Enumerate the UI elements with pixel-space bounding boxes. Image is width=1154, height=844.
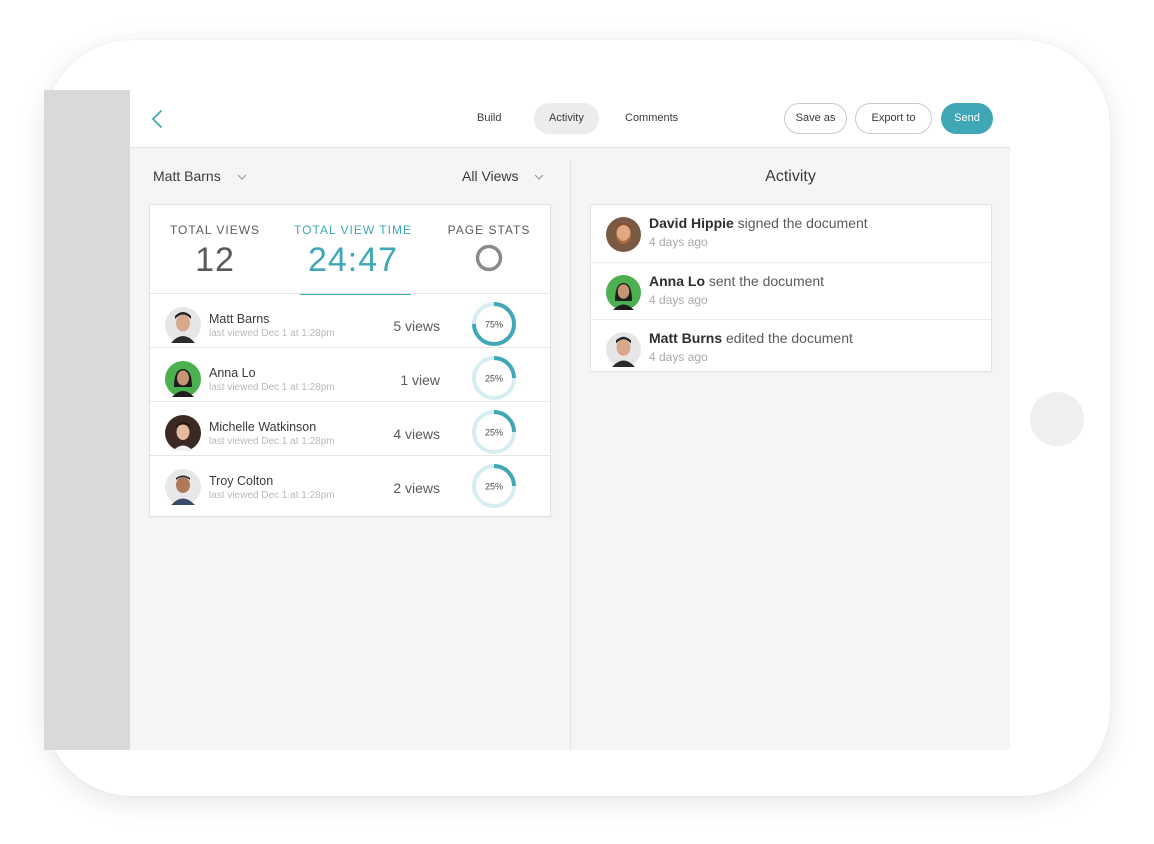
viewer-progress-ring: 25%: [472, 464, 516, 508]
activity-item[interactable]: David Hippie signed the document 4 days …: [591, 205, 991, 262]
viewer-row[interactable]: Michelle Watkinson last viewed Dec 1 at …: [150, 401, 550, 455]
activity-time: 4 days ago: [649, 293, 708, 307]
viewer-row[interactable]: Matt Barns last viewed Dec 1 at 1:28pm 5…: [150, 293, 550, 347]
views-filter-label: All Views: [462, 168, 519, 184]
activity-time: 4 days ago: [649, 350, 708, 364]
avatar: [165, 307, 201, 343]
viewer-last-viewed: last viewed Dec 1 at 1:28pm: [209, 328, 335, 339]
activity-heading: Activity: [765, 168, 816, 185]
activity-action: sent the document: [705, 273, 825, 289]
export-to-button[interactable]: Export to: [855, 103, 932, 134]
activity-text: David Hippie signed the document: [649, 215, 868, 231]
viewer-percent-label: 25%: [485, 428, 503, 438]
activity-time: 4 days ago: [649, 235, 708, 249]
panel-divider: [570, 160, 571, 750]
activity-item[interactable]: Matt Burns edited the document 4 days ag…: [591, 319, 991, 376]
avatar: [165, 361, 201, 397]
view-stats-card: TOTAL VIEWS 12 TOTAL VIEW TIME 24:47 PAG…: [149, 204, 551, 517]
activity-action: signed the document: [733, 215, 868, 231]
viewer-name: Troy Colton: [209, 474, 274, 488]
viewer-last-viewed: last viewed Dec 1 at 1:28pm: [209, 436, 335, 447]
tab-comments[interactable]: Comments: [610, 103, 693, 134]
viewer-last-viewed: last viewed Dec 1 at 1:28pm: [209, 382, 335, 393]
activity-text: Matt Burns edited the document: [649, 330, 853, 346]
send-button[interactable]: Send: [941, 103, 993, 134]
avatar: [606, 275, 641, 310]
viewer-percent-label: 25%: [485, 482, 503, 492]
activity-text: Anna Lo sent the document: [649, 273, 824, 289]
back-arrow-icon[interactable]: [148, 108, 168, 130]
total-view-time-label: TOTAL VIEW TIME: [294, 223, 412, 237]
avatar: [165, 469, 201, 505]
viewer-last-viewed: last viewed Dec 1 at 1:28pm: [209, 490, 335, 501]
page-stats-ring-icon: [475, 244, 503, 272]
viewer-name: Anna Lo: [209, 366, 256, 380]
viewer-name: Michelle Watkinson: [209, 420, 317, 434]
tab-activity[interactable]: Activity: [534, 103, 599, 134]
viewer-view-count: 1 view: [400, 372, 440, 388]
avatar: [606, 217, 641, 252]
viewer-view-count: 2 views: [393, 480, 440, 496]
activity-actor: Matt Burns: [649, 330, 723, 346]
activity-action: edited the document: [722, 330, 853, 346]
viewer-row[interactable]: Troy Colton last viewed Dec 1 at 1:28pm …: [150, 455, 550, 509]
top-toolbar: Build Activity Comments Save as Export t…: [130, 90, 1010, 148]
save-as-button[interactable]: Save as: [784, 103, 847, 134]
total-views-label: TOTAL VIEWS: [169, 223, 261, 237]
left-rail: [44, 90, 130, 750]
activity-actor: Anna Lo: [649, 273, 705, 289]
viewer-name: Matt Barns: [209, 312, 270, 326]
page-stats-stat[interactable]: PAGE STATS: [444, 223, 534, 273]
tab-build[interactable]: Build: [462, 103, 516, 134]
avatar: [165, 415, 201, 451]
total-view-time-stat[interactable]: TOTAL VIEW TIME 24:47: [292, 223, 414, 280]
viewer-view-count: 5 views: [393, 318, 440, 334]
user-filter-dropdown[interactable]: Matt Barns: [153, 168, 247, 184]
chevron-down-icon: [237, 174, 247, 181]
viewer-progress-ring: 75%: [472, 302, 516, 346]
viewer-progress-ring: 25%: [472, 356, 516, 400]
viewer-percent-label: 25%: [485, 374, 503, 384]
viewer-progress-ring: 25%: [472, 410, 516, 454]
app-screen: Build Activity Comments Save as Export t…: [44, 90, 1010, 750]
activity-item[interactable]: Anna Lo sent the document 4 days ago: [591, 262, 991, 319]
viewer-percent-label: 75%: [485, 320, 503, 330]
total-views-value: 12: [195, 241, 235, 279]
chevron-down-icon: [535, 174, 544, 181]
views-filter-dropdown[interactable]: All Views: [462, 168, 544, 184]
viewer-row[interactable]: Anna Lo last viewed Dec 1 at 1:28pm 1 vi…: [150, 347, 550, 401]
user-filter-label: Matt Barns: [153, 168, 221, 184]
activity-feed-card: David Hippie signed the document 4 days …: [590, 204, 992, 372]
viewer-view-count: 4 views: [393, 426, 440, 442]
avatar: [606, 332, 641, 367]
activity-actor: David Hippie: [649, 215, 734, 231]
page-stats-label: PAGE STATS: [447, 223, 531, 237]
total-view-time-value: 24:47: [307, 241, 399, 279]
total-views-stat[interactable]: TOTAL VIEWS 12: [164, 223, 266, 280]
home-button[interactable]: [1030, 392, 1084, 446]
